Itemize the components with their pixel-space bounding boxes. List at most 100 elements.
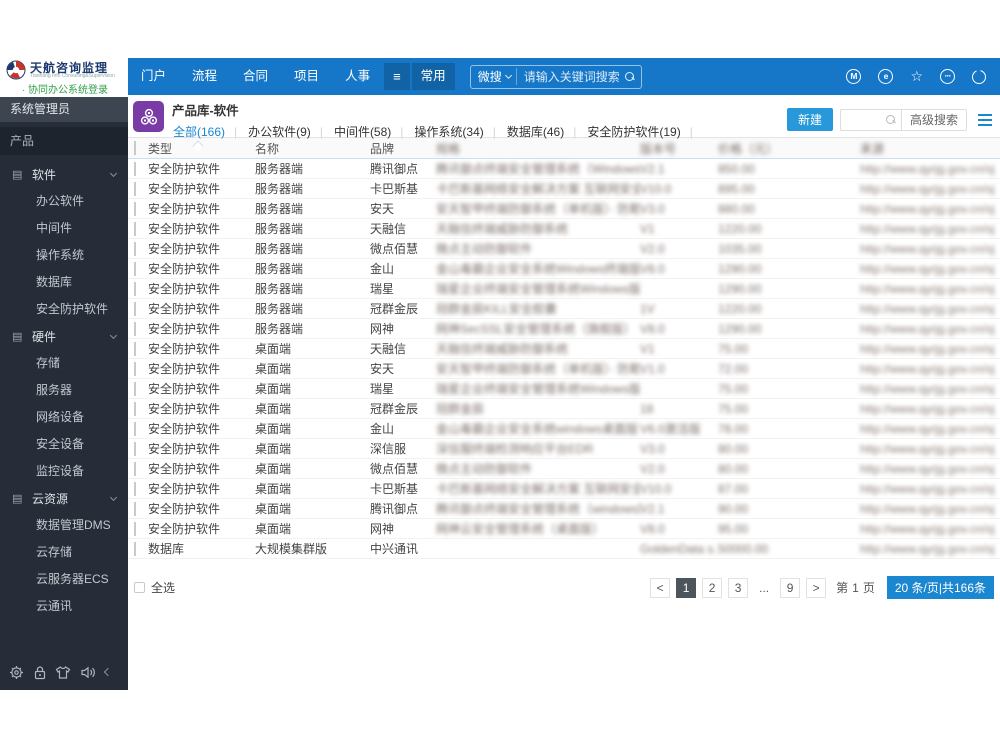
table-row[interactable]: 安全防护软件 桌面端 网神 网神云安全管理系统（桌面版） V8.0 95.00 …: [128, 519, 1000, 539]
page-button[interactable]: >: [806, 577, 827, 598]
table-row[interactable]: 安全防护软件 桌面端 腾讯御点 腾讯御点终端安全管理系统（windows版）V2…: [128, 499, 1000, 519]
table-row[interactable]: 安全防护软件 桌面端 金山 金山毒霸企业安全系统windows桌面版 V6.0激…: [128, 419, 1000, 439]
row-checkbox[interactable]: [134, 521, 136, 536]
sidebar-item[interactable]: 云存储: [0, 539, 128, 566]
nav-item[interactable]: 合同: [230, 58, 281, 95]
sidebar-item[interactable]: 存储: [0, 350, 128, 377]
sidebar-group-cloud[interactable]: ▤ 云资源: [0, 485, 128, 512]
category-tab[interactable]: 全部(166): [172, 123, 247, 140]
table-row[interactable]: 安全防护软件 服务器端 卡巴斯基 卡巴斯基网络安全解决方案 互联网安全套装（中国…: [128, 179, 1000, 199]
table-row[interactable]: 安全防护软件 服务器端 微点佰慧 微点主动防御软件 V2.0 1035.00 h…: [128, 239, 1000, 259]
row-checkbox[interactable]: [134, 161, 136, 176]
nav-item-frequent[interactable]: 常用: [411, 63, 455, 90]
message-icon[interactable]: M: [846, 69, 862, 84]
page-button[interactable]: <: [650, 577, 671, 598]
category-tab[interactable]: 中间件(58): [333, 123, 413, 140]
row-checkbox[interactable]: [134, 201, 136, 216]
row-checkbox[interactable]: [134, 221, 136, 236]
sidebar-item[interactable]: 数据库: [0, 269, 128, 296]
category-tab[interactable]: 数据库(46): [506, 123, 586, 140]
table-row[interactable]: 安全防护软件 桌面端 微点佰慧 微点主动防御软件 V2.0 80.00 http…: [128, 459, 1000, 479]
table-row[interactable]: 安全防护软件 桌面端 深信服 深信服终端检测响应平台EDR V3.0 80.00…: [128, 439, 1000, 459]
help-icon[interactable]: e: [878, 69, 894, 84]
page-jump-current[interactable]: 1: [852, 581, 859, 595]
sidebar-item[interactable]: 网络设备: [0, 404, 128, 431]
more-icon[interactable]: ···: [940, 69, 955, 84]
global-search-box[interactable]: 微搜 请输入关键词搜索: [469, 64, 642, 89]
table-row[interactable]: 安全防护软件 服务器端 安天 安天智甲终端防御系统（单机版）· 防勒索版本 V3…: [128, 199, 1000, 219]
sidebar-item[interactable]: 监控设备: [0, 458, 128, 485]
sidebar-item[interactable]: 云通讯: [0, 593, 128, 620]
row-checkbox[interactable]: [134, 261, 136, 276]
row-checkbox[interactable]: [134, 241, 136, 256]
page-button[interactable]: 1: [676, 577, 697, 598]
table-row[interactable]: 安全防护软件 服务器端 天融信 天融信终端威胁防御系统 V1 1220.00 h…: [128, 219, 1000, 239]
table-row[interactable]: 安全防护软件 服务器端 网神 网神SecSSL安全管理系统（旗舰版） V8.0 …: [128, 319, 1000, 339]
category-tab[interactable]: 操作系统(34): [413, 123, 505, 140]
new-button[interactable]: 新建: [786, 108, 833, 131]
row-checkbox[interactable]: [134, 481, 136, 496]
table-row[interactable]: 安全防护软件 桌面端 天融信 天融信终端威胁防御系统 V1 75.00 http…: [128, 339, 1000, 359]
advanced-search-button[interactable]: 高级搜索: [901, 108, 967, 131]
page-button[interactable]: 3: [728, 577, 749, 598]
table-row[interactable]: 安全防护软件 服务器端 瑞星 瑞星企业终端安全管理系统Windows版 标准版 …: [128, 279, 1000, 299]
sidebar-item[interactable]: 操作系统: [0, 242, 128, 269]
nav-item[interactable]: 人事: [332, 58, 383, 95]
sidebar-item[interactable]: 安全设备: [0, 431, 128, 458]
row-checkbox[interactable]: [134, 301, 136, 316]
table-row[interactable]: 安全防护软件 服务器端 腾讯御点 腾讯御点终端安全管理系统（Windows版） …: [128, 159, 1000, 179]
row-checkbox[interactable]: [134, 341, 136, 356]
row-checkbox[interactable]: [134, 461, 136, 476]
category-tab[interactable]: 安全防护软件(19): [586, 123, 702, 140]
search-icon[interactable]: [624, 72, 634, 81]
list-view-icon[interactable]: [978, 113, 992, 126]
page-button[interactable]: 2: [702, 577, 723, 598]
table-row[interactable]: 安全防护软件 桌面端 安天 安天智甲终端防御系统（单机版）· 防勒索 V1.0 …: [128, 359, 1000, 379]
table-row[interactable]: 安全防护软件 桌面端 瑞星 瑞星企业终端安全管理系统Windows版桌面版 75…: [128, 379, 1000, 399]
row-checkbox[interactable]: [134, 441, 136, 456]
row-checkbox[interactable]: [134, 541, 136, 556]
row-checkbox[interactable]: [134, 321, 136, 336]
row-checkbox[interactable]: [134, 281, 136, 296]
search-scope-dropdown[interactable]: 微搜: [478, 68, 512, 85]
favorites-icon[interactable]: ☆: [910, 68, 923, 85]
row-checkbox[interactable]: [134, 381, 136, 396]
page-size-button[interactable]: 20 条/页|共166条: [886, 576, 994, 599]
row-checkbox[interactable]: [134, 181, 136, 196]
table-search-input[interactable]: [839, 108, 902, 131]
theme-icon[interactable]: [55, 665, 71, 680]
category-tab[interactable]: 办公软件(9): [247, 123, 333, 140]
sidebar-item[interactable]: 数据管理DMS: [0, 512, 128, 539]
lock-icon[interactable]: [33, 665, 47, 680]
table-row[interactable]: 安全防护软件 桌面端 卡巴斯基 卡巴斯基网络安全解决方案 互联网安全套装（中国·…: [128, 479, 1000, 499]
search-input[interactable]: 请输入关键词搜索: [515, 68, 620, 85]
table-row[interactable]: 数据库 大规模集群版 中兴通讯 GoldenData s... 50000.00…: [128, 539, 1000, 559]
power-icon[interactable]: [972, 66, 986, 84]
sidebar-item[interactable]: 安全防护软件: [0, 296, 128, 323]
sidebar-item[interactable]: 服务器: [0, 377, 128, 404]
sidebar-item[interactable]: 中间件: [0, 215, 128, 242]
sidebar-group-software[interactable]: ▤ 软件: [0, 161, 128, 188]
nav-more-menu[interactable]: ≡: [384, 63, 410, 90]
row-checkbox[interactable]: [134, 501, 136, 516]
nav-item[interactable]: 门户: [128, 58, 179, 95]
row-checkbox[interactable]: [134, 401, 136, 416]
page-button[interactable]: 9: [780, 577, 801, 598]
table-row[interactable]: 安全防护软件 服务器端 金山 金山毒霸企业安全系统Windows终端版 V8.0…: [128, 259, 1000, 279]
select-all-checkbox[interactable]: [134, 141, 136, 155]
select-all-footer-checkbox[interactable]: [134, 582, 145, 593]
gear-icon[interactable]: [9, 665, 24, 680]
sound-icon[interactable]: [80, 665, 96, 680]
sidebar-item[interactable]: 云服务器ECS: [0, 566, 128, 593]
row-checkbox[interactable]: [134, 421, 136, 436]
table-row[interactable]: 安全防护软件 桌面端 冠群金辰 冠群金辰 18 75.00 http://www…: [128, 399, 1000, 419]
sidebar-item[interactable]: 办公软件: [0, 188, 128, 215]
collab-login-link[interactable]: · 协同办公系统登录: [6, 81, 124, 96]
page-button[interactable]: ...: [754, 577, 775, 598]
sidebar-group-hardware[interactable]: ▤ 硬件: [0, 323, 128, 350]
nav-item[interactable]: 项目: [281, 58, 332, 95]
nav-item[interactable]: 流程: [179, 58, 230, 95]
sidebar-section-product[interactable]: 产品: [0, 127, 128, 155]
collapse-icon[interactable]: [103, 667, 113, 677]
row-checkbox[interactable]: [134, 361, 136, 376]
